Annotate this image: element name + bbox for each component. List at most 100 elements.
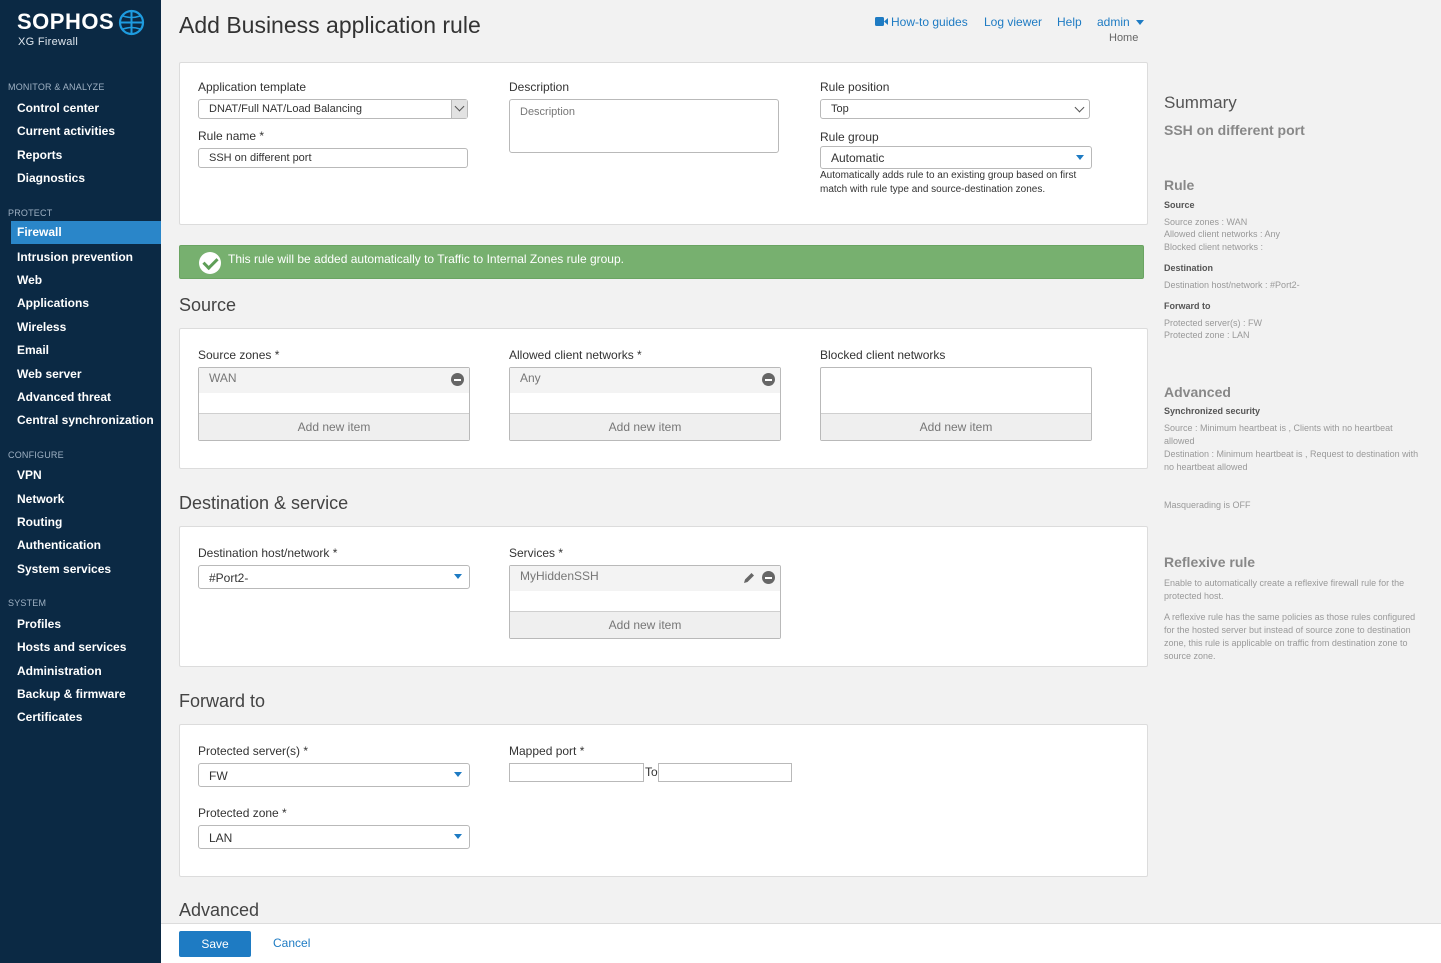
rule-position-label: Rule position: [820, 80, 890, 94]
summary-reflexive-2: A reflexive rule has the same policies a…: [1164, 612, 1416, 661]
protected-zone-value: LAN: [209, 831, 233, 845]
services-list: MyHiddenSSH Add new item: [509, 565, 781, 639]
sidebar-item-applications[interactable]: Applications: [17, 296, 89, 310]
template-value: DNAT/Full NAT/Load Balancing: [209, 103, 363, 115]
sidebar-item-hosts-services[interactable]: Hosts and services: [17, 640, 126, 654]
admin-menu[interactable]: admin: [1097, 15, 1145, 29]
list-item-label: Any: [520, 371, 541, 385]
sidebar-item-profiles[interactable]: Profiles: [17, 617, 61, 631]
template-select[interactable]: DNAT/Full NAT/Load Balancing: [198, 99, 468, 119]
sidebar-item-vpn[interactable]: VPN: [17, 468, 42, 482]
globe-icon: [118, 9, 145, 36]
sidebar-item-certificates[interactable]: Certificates: [17, 710, 82, 724]
remove-icon[interactable]: [762, 373, 775, 386]
breadcrumb-home[interactable]: Home: [1109, 32, 1138, 44]
help-link[interactable]: Help: [1057, 15, 1082, 29]
forward-title: Forward to: [179, 691, 266, 711]
sidebar-item-system-services[interactable]: System services: [17, 562, 111, 576]
mapped-port-to-input[interactable]: [658, 763, 792, 782]
sidebar-item-advanced-threat[interactable]: Advanced threat: [17, 390, 111, 404]
sidebar-item-web-server[interactable]: Web server: [17, 367, 81, 381]
summary-sync-source: Source : Minimum heartbeat is , Clients …: [1164, 423, 1393, 446]
cancel-button[interactable]: Cancel: [273, 936, 310, 950]
list-item-label: WAN: [209, 371, 237, 385]
sidebar-item-administration[interactable]: Administration: [17, 664, 102, 678]
rule-group-value: Automatic: [831, 151, 885, 165]
remove-icon[interactable]: [451, 373, 464, 386]
rule-group-label: Rule group: [820, 130, 879, 144]
blocked-networks-label: Blocked client networks: [820, 348, 946, 362]
summary-masquerading: Masquerading is OFF: [1164, 500, 1251, 510]
allowed-networks-label: Allowed client networks *: [509, 348, 642, 362]
admin-username: admin: [1097, 15, 1130, 29]
sidebar-item-current-activities[interactable]: Current activities: [17, 124, 115, 138]
sidebar-section-system: SYSTEM: [8, 598, 47, 608]
sidebar-item-authentication[interactable]: Authentication: [17, 538, 101, 552]
list-item: MyHiddenSSH: [510, 566, 780, 591]
info-banner: This rule will be added automatically to…: [179, 245, 1144, 279]
caret-down-icon: [454, 574, 462, 579]
rule-name-input[interactable]: SSH on different port: [198, 148, 468, 168]
brand-product: XG Firewall: [18, 36, 79, 48]
summary-forward-heading: Forward to: [1164, 301, 1211, 311]
sidebar-item-web[interactable]: Web: [17, 273, 42, 287]
add-new-item-button[interactable]: Add new item: [510, 413, 780, 440]
rule-group-select[interactable]: Automatic: [820, 146, 1092, 169]
footer-bar: Save Cancel: [161, 923, 1441, 963]
check-circle-icon: [199, 252, 221, 274]
protected-zone-select[interactable]: LAN: [198, 825, 470, 849]
remove-icon[interactable]: [762, 571, 775, 584]
sidebar-item-central-sync[interactable]: Central synchronization: [17, 413, 154, 427]
caret-down-icon: [454, 772, 462, 777]
forward-panel: [179, 724, 1148, 877]
rule-name-label: Rule name *: [198, 129, 265, 143]
add-new-item-button[interactable]: Add new item: [821, 413, 1091, 440]
destination-host-select[interactable]: #Port2-: [198, 565, 470, 589]
sidebar-item-email[interactable]: Email: [17, 343, 49, 357]
allowed-networks-list: Any Add new item: [509, 367, 781, 441]
mapped-port-label: Mapped port *: [509, 744, 585, 758]
summary-source-line: Blocked client networks :: [1164, 242, 1264, 252]
sidebar-item-reports[interactable]: Reports: [17, 148, 62, 162]
sidebar-section-protect: PROTECT: [8, 208, 53, 218]
caret-down-icon: [1076, 155, 1084, 160]
destination-title: Destination & service: [179, 493, 349, 513]
pencil-icon[interactable]: [742, 571, 756, 585]
sidebar-item-firewall[interactable]: Firewall: [11, 221, 161, 244]
summary-sync-destination: Destination : Minimum heartbeat is , Req…: [1164, 449, 1419, 472]
description-textarea[interactable]: Description: [509, 99, 779, 153]
add-new-item-button[interactable]: Add new item: [510, 611, 780, 638]
protected-server-select[interactable]: FW: [198, 763, 470, 787]
sidebar-item-backup-firmware[interactable]: Backup & firmware: [17, 687, 126, 701]
add-new-item-button[interactable]: Add new item: [199, 413, 469, 440]
list-item: WAN: [199, 368, 469, 393]
summary-destination-heading: Destination: [1164, 263, 1214, 273]
list-item: Any: [510, 368, 780, 393]
summary-title: Summary: [1164, 93, 1237, 112]
sidebar-section-monitor: MONITOR & ANALYZE: [8, 82, 105, 92]
source-zones-label: Source zones *: [198, 348, 280, 362]
mapped-port-from-input[interactable]: [509, 763, 644, 782]
summary-forward-line: Protected zone : LAN: [1164, 330, 1250, 340]
log-viewer-link[interactable]: Log viewer: [984, 15, 1042, 29]
destination-host-label: Destination host/network *: [198, 546, 338, 560]
how-to-guides-link[interactable]: How-to guides: [891, 15, 968, 29]
chevron-down-icon: [451, 100, 467, 118]
sidebar-item-routing[interactable]: Routing: [17, 515, 62, 529]
rule-position-select[interactable]: Top: [820, 99, 1090, 119]
protected-server-value: FW: [209, 769, 228, 783]
sidebar-item-intrusion-prevention[interactable]: Intrusion prevention: [17, 250, 133, 264]
sidebar-item-network[interactable]: Network: [17, 492, 64, 506]
sidebar-item-diagnostics[interactable]: Diagnostics: [17, 171, 85, 185]
description-label: Description: [509, 80, 570, 94]
sidebar-item-wireless[interactable]: Wireless: [17, 320, 66, 334]
sidebar-item-control-center[interactable]: Control center: [17, 101, 99, 115]
caret-down-icon: [1136, 20, 1145, 26]
rule-group-help: Automatically adds rule to an existing g…: [820, 170, 1077, 195]
sidebar-section-configure: CONFIGURE: [8, 450, 64, 460]
save-button[interactable]: Save: [179, 931, 251, 957]
rule-position-value: Top: [831, 103, 849, 115]
template-label: Application template: [198, 80, 307, 94]
sidebar: SOPHOS XG Firewall MONITOR & ANALYZE Con…: [0, 0, 161, 963]
source-title: Source: [179, 295, 237, 315]
